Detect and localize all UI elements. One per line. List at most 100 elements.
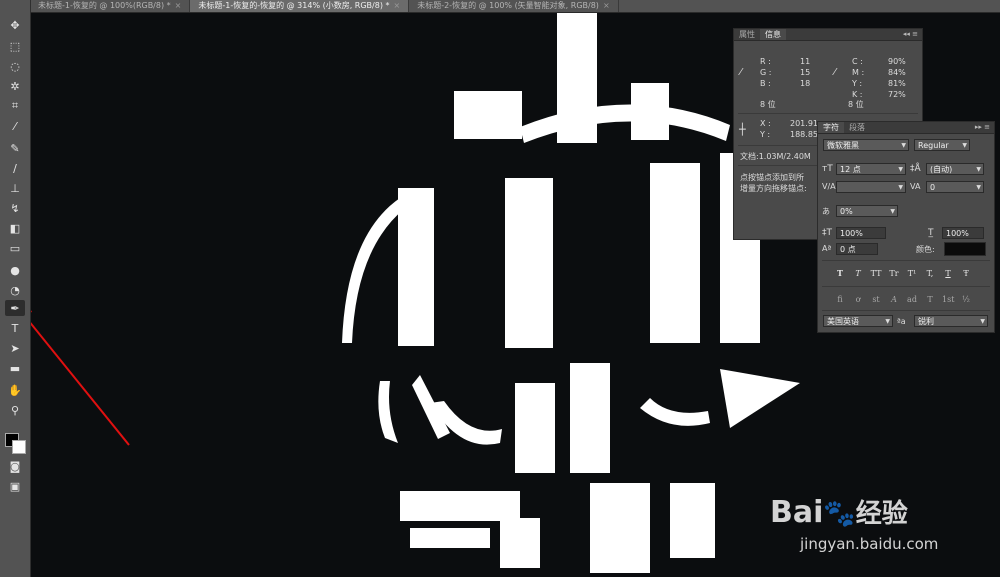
close-icon[interactable]: ×	[603, 1, 610, 10]
eyedropper-tool-icon[interactable]: ⁄	[5, 118, 25, 134]
discretionary-ligature-button[interactable]: st	[870, 294, 882, 305]
path-selection-tool-icon[interactable]: ➤	[5, 340, 25, 356]
chevron-down-icon: ▼	[962, 142, 967, 149]
subscript-button[interactable]: T,	[924, 268, 936, 279]
panel-menu-icon[interactable]: ▸▸ ≡	[975, 122, 990, 133]
tracking-icon: VA	[910, 182, 921, 191]
strikethrough-button[interactable]: Ŧ	[960, 268, 972, 279]
horizontal-scale-value: 100%	[946, 229, 969, 238]
pen-tool-icon[interactable]: ✒	[5, 300, 25, 316]
rectangle-tool-icon[interactable]: ▬	[5, 360, 25, 376]
dodge-tool-icon[interactable]: ◔	[5, 282, 25, 298]
cmyk-y-value: 81%	[888, 79, 906, 88]
character-panel: 字符 段落 ▸▸ ≡ 微软雅黑 ▼ Regular ▼ ᴛT 12 点 ▼ ‡Å (自…	[817, 121, 995, 333]
background-color[interactable]	[12, 440, 26, 454]
chevron-down-icon: ▼	[898, 166, 903, 173]
font-size-select[interactable]: 12 点 ▼	[836, 163, 906, 175]
rgb-b-value: 18	[800, 79, 811, 88]
titling-alt-button[interactable]: T	[924, 294, 936, 305]
tools-panel: ✥ ⬚ ◌ ✲ ⌗ ⁄ ✎ ∕ ⊥ ↯ ◧ ▭ ● ◔ ✒ T ➤ ▬ ✋ ⚲ …	[0, 0, 31, 577]
screen-mode-icon[interactable]: ▣	[5, 478, 25, 494]
tab-label: 未标题-2-恢复的 @ 100% (矢量智能对象, RGB/8)	[417, 1, 599, 10]
chevron-down-icon: ▼	[976, 166, 981, 173]
all-caps-button[interactable]: TT	[870, 268, 882, 279]
vertical-scale-input[interactable]: 100%	[836, 227, 886, 239]
swash-button[interactable]: A	[888, 294, 900, 305]
baseline-shift-icon: Aª	[822, 244, 832, 253]
kerning-select[interactable]: ▼	[836, 181, 906, 193]
document-tab-bar: 未标题-1-恢复的 @ 100%(RGB/8) * × 未标题-1-恢复的-恢复的…	[30, 0, 1000, 13]
font-style-value: Regular	[918, 141, 949, 150]
rgb-g: G :15	[760, 68, 811, 77]
close-icon[interactable]: ×	[394, 1, 401, 10]
tracking-value: 0	[930, 183, 936, 192]
zoom-tool-icon[interactable]: ⚲	[5, 402, 25, 418]
quick-mask-icon[interactable]: ◙	[5, 458, 25, 474]
language-value: 美国英语	[827, 317, 859, 326]
fractions-button[interactable]: ½	[960, 294, 972, 305]
gradient-tool-icon[interactable]: ▭	[5, 240, 25, 256]
crosshair-icon: ┼	[739, 123, 746, 136]
rgb-r: R :11	[760, 57, 811, 66]
close-icon[interactable]: ×	[175, 1, 182, 10]
tab-document-3[interactable]: 未标题-2-恢复的 @ 100% (矢量智能对象, RGB/8) ×	[409, 0, 619, 12]
tab-document-2[interactable]: 未标题-1-恢复的-恢复的 @ 314% (小数房, RGB/8) * ×	[190, 0, 410, 12]
cmyk-m: M :84%	[852, 68, 906, 77]
chevron-down-icon: ▼	[885, 318, 890, 325]
ligature-button[interactable]: fi	[834, 294, 846, 305]
watermark-brand2: 经验	[855, 499, 908, 529]
blur-tool-icon[interactable]: ●	[5, 262, 25, 278]
faux-italic-button[interactable]: T	[852, 268, 864, 279]
tab-info[interactable]: 信息	[760, 29, 786, 40]
proportional-spacing-value: 0%	[840, 207, 853, 216]
horizontal-scale-input[interactable]: 100%	[942, 227, 984, 239]
healing-tool-icon[interactable]: ✎	[5, 140, 25, 156]
doc-size: 文档:1.03M/2.40M	[740, 152, 811, 161]
antialias-select[interactable]: 锐利 ▼	[914, 315, 988, 327]
crop-tool-icon[interactable]: ⌗	[5, 98, 25, 114]
small-caps-button[interactable]: Tr	[888, 268, 900, 279]
cmyk-k-value: 72%	[888, 90, 906, 99]
chevron-down-icon: ▼	[980, 318, 985, 325]
hand-tool-icon[interactable]: ✋	[5, 382, 25, 398]
text-color-swatch[interactable]	[944, 242, 986, 256]
color-label: 颜色:	[916, 245, 935, 254]
antialias-value: 锐利	[918, 317, 934, 326]
contextual-alt-button[interactable]: ơ	[852, 294, 864, 305]
baseline-shift-input[interactable]: 0 点	[836, 243, 878, 255]
font-size-icon: ᴛT	[822, 164, 833, 174]
language-select[interactable]: 美国英语 ▼	[823, 315, 893, 327]
baidu-watermark: Bai🐾经验	[770, 493, 908, 530]
marquee-tool-icon[interactable]: ⬚	[5, 38, 25, 54]
horizontal-scale-icon: T̲	[928, 228, 934, 238]
eyedropper-icon: ⁄	[834, 67, 836, 78]
tab-label: 未标题-1-恢复的 @ 100%(RGB/8) *	[38, 1, 171, 10]
ordinals-button[interactable]: 1st	[942, 294, 954, 305]
font-style-select[interactable]: Regular ▼	[914, 139, 970, 151]
move-tool-icon[interactable]: ✥	[5, 17, 25, 33]
stylistic-alt-button[interactable]: ad	[906, 294, 918, 305]
type-tool-icon[interactable]: T	[5, 320, 25, 336]
faux-bold-button[interactable]: T	[834, 268, 846, 279]
tab-properties[interactable]: 属性	[734, 29, 760, 40]
rgb-r-value: 11	[800, 57, 811, 66]
eraser-tool-icon[interactable]: ◧	[5, 220, 25, 236]
tracking-select[interactable]: 0 ▼	[926, 181, 984, 193]
baseline-shift-value: 0 点	[840, 245, 856, 254]
proportional-spacing-select[interactable]: 0% ▼	[836, 205, 898, 217]
panel-menu-icon[interactable]: ◂◂ ≡	[903, 29, 918, 40]
lasso-tool-icon[interactable]: ◌	[5, 58, 25, 74]
cmyk-y: Y :81%	[852, 79, 906, 88]
tab-paragraph[interactable]: 段落	[844, 122, 870, 133]
magic-wand-tool-icon[interactable]: ✲	[5, 78, 25, 94]
leading-select[interactable]: (自动) ▼	[926, 163, 984, 175]
font-family-value: 微软雅黑	[827, 141, 859, 150]
stamp-tool-icon[interactable]: ⊥	[5, 180, 25, 196]
tab-document-1[interactable]: 未标题-1-恢复的 @ 100%(RGB/8) * ×	[30, 0, 191, 12]
superscript-button[interactable]: T¹	[906, 268, 918, 279]
brush-tool-icon[interactable]: ∕	[5, 160, 25, 176]
underline-button[interactable]: T	[942, 268, 954, 279]
history-brush-tool-icon[interactable]: ↯	[5, 200, 25, 216]
font-family-select[interactable]: 微软雅黑 ▼	[823, 139, 909, 151]
tab-character[interactable]: 字符	[818, 122, 844, 133]
